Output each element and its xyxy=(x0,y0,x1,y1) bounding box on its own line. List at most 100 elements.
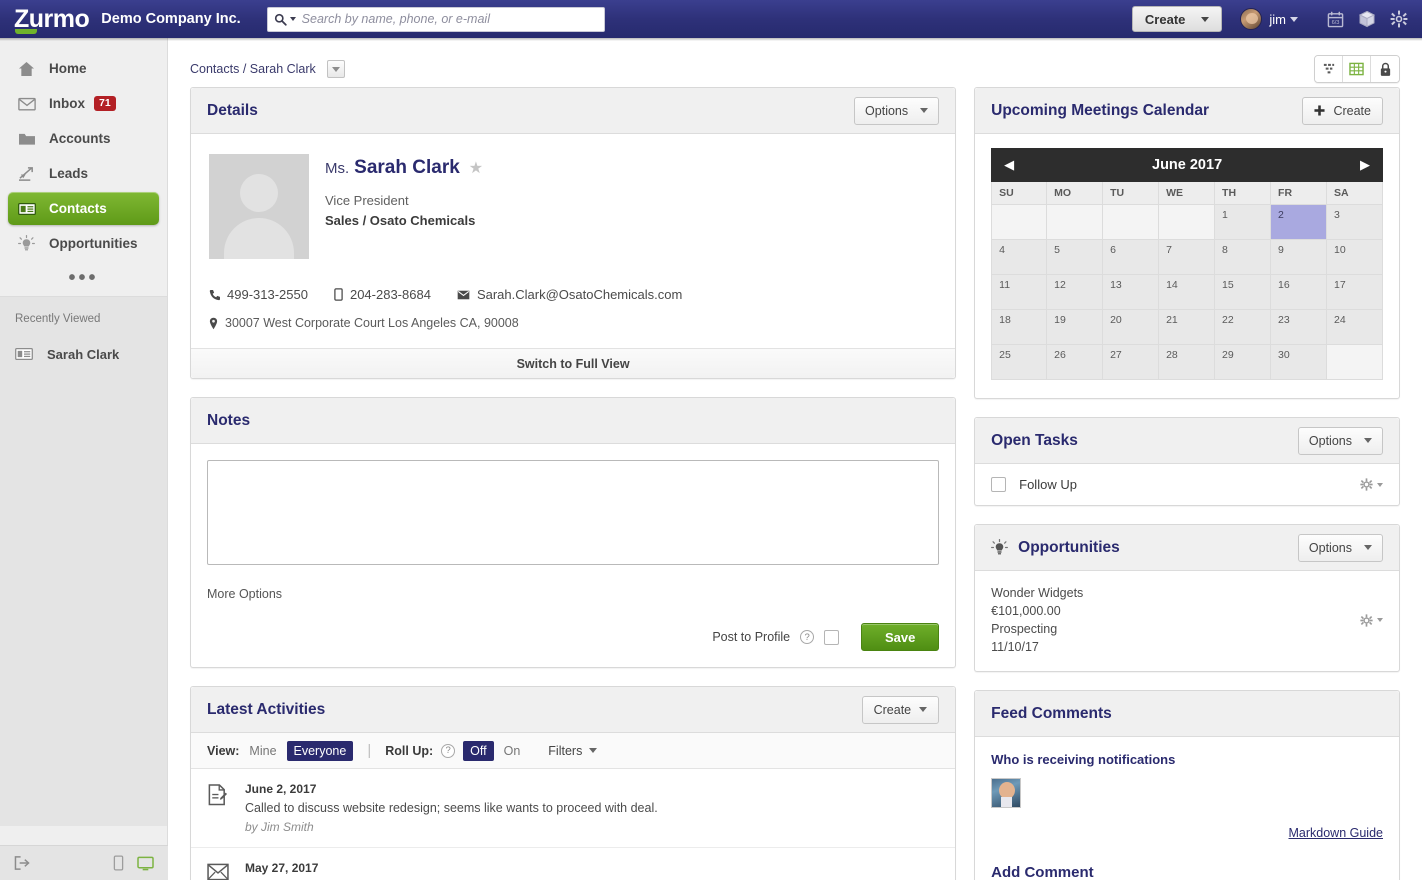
task-label[interactable]: Follow Up xyxy=(1019,477,1077,492)
view-filter-label: View: xyxy=(207,744,239,758)
open-tasks-options-button[interactable]: Options xyxy=(1298,427,1383,455)
activity-row[interactable]: June 2, 2017 Called to discuss website r… xyxy=(191,769,955,848)
avatar[interactable] xyxy=(1240,8,1262,30)
activity-row[interactable]: May 27, 2017 From: Super User To: Sarah … xyxy=(191,848,955,880)
rollup-filter-on[interactable]: On xyxy=(502,744,523,758)
calendar-day-cell[interactable]: 19 xyxy=(1047,310,1103,345)
calendar-day-cell[interactable]: 30 xyxy=(1271,345,1327,380)
global-search-box[interactable] xyxy=(267,7,605,32)
task-checkbox[interactable] xyxy=(991,477,1006,492)
filters-dropdown[interactable]: Filters xyxy=(548,744,597,758)
calendar-day-cell[interactable]: 5 xyxy=(1047,240,1103,275)
calendar-prev-button[interactable]: ◀ xyxy=(1004,157,1014,173)
calendar-day-cell[interactable]: 25 xyxy=(991,345,1047,380)
help-icon[interactable]: ? xyxy=(441,744,455,758)
avatar[interactable] xyxy=(991,778,1021,808)
calendar-day-cell[interactable]: 13 xyxy=(1103,275,1159,310)
calendar-day-cell[interactable]: 9 xyxy=(1271,240,1327,275)
sidebar-item-label: Leads xyxy=(49,166,88,181)
save-button[interactable]: Save xyxy=(861,623,939,651)
calendar-day-cell[interactable]: 7 xyxy=(1159,240,1215,275)
activities-create-button[interactable]: Create xyxy=(862,696,940,724)
calendar-day-cell[interactable]: 10 xyxy=(1327,240,1383,275)
desktop-icon[interactable] xyxy=(137,856,154,871)
details-options-button[interactable]: Options xyxy=(854,97,939,125)
location-pin-icon xyxy=(209,317,218,330)
opportunities-options-button[interactable]: Options xyxy=(1298,534,1383,562)
breadcrumb-dropdown-button[interactable] xyxy=(327,60,345,78)
calendar-day-cell[interactable]: 26 xyxy=(1047,345,1103,380)
calendar-day-cell[interactable]: 15 xyxy=(1215,275,1271,310)
add-comment-heading: Add Comment xyxy=(991,864,1383,880)
calendar-day-selected[interactable]: 2 xyxy=(1271,205,1327,240)
opportunity-name[interactable]: Wonder Widgets xyxy=(991,584,1083,602)
calendar-day-cell[interactable]: 24 xyxy=(1327,310,1383,345)
task-actions-menu[interactable] xyxy=(1360,478,1383,491)
calendar-day-cell[interactable]: 29 xyxy=(1215,345,1271,380)
search-scope-dropdown[interactable] xyxy=(274,13,302,26)
calendar-create-button[interactable]: Create xyxy=(1302,97,1383,125)
tree-view-icon[interactable] xyxy=(1315,56,1343,82)
calendar-day-cell[interactable]: 1 xyxy=(1215,205,1271,240)
chevron-down-icon[interactable] xyxy=(1290,17,1298,22)
calendar-day-cell[interactable]: 14 xyxy=(1159,275,1215,310)
opportunity-actions-menu[interactable] xyxy=(1360,584,1383,656)
cube-icon[interactable] xyxy=(1356,8,1378,30)
sidebar-item-opportunities[interactable]: Opportunities xyxy=(8,227,159,260)
grid-view-icon[interactable] xyxy=(1343,56,1371,82)
calendar-next-button[interactable]: ▶ xyxy=(1360,157,1370,173)
sidebar-item-contacts[interactable]: Contacts xyxy=(8,192,159,225)
calendar-day-cell[interactable]: 22 xyxy=(1215,310,1271,345)
calendar-day-cell[interactable]: 28 xyxy=(1159,345,1215,380)
star-icon[interactable]: ★ xyxy=(469,158,483,178)
breadcrumb-parent[interactable]: Contacts xyxy=(190,62,239,76)
opportunities-panel: Opportunities Options Wonder Widgets €10… xyxy=(974,524,1400,672)
contact-full-name[interactable]: Sarah Clark xyxy=(354,157,460,179)
sidebar-item-inbox[interactable]: Inbox 71 xyxy=(8,87,159,120)
sidebar-item-leads[interactable]: Leads xyxy=(8,157,159,190)
contact-email[interactable]: Sarah.Clark@OsatoChemicals.com xyxy=(457,287,682,302)
switch-to-full-view-link[interactable]: Switch to Full View xyxy=(191,348,955,378)
contact-phone[interactable]: 499-313-2550 xyxy=(209,287,308,302)
create-button-label: Create xyxy=(1145,12,1185,27)
calendar-day-cell[interactable]: 3 xyxy=(1327,205,1383,240)
post-to-profile-label: Post to Profile xyxy=(712,630,790,644)
calendar-day-cell[interactable]: 27 xyxy=(1103,345,1159,380)
calendar-day-cell[interactable]: 6 xyxy=(1103,240,1159,275)
gear-icon[interactable] xyxy=(1388,8,1410,30)
calendar-day-cell[interactable]: 21 xyxy=(1159,310,1215,345)
contact-mobile[interactable]: 204-283-8684 xyxy=(334,287,431,302)
calendar-day-cell[interactable]: 16 xyxy=(1271,275,1327,310)
lock-icon[interactable] xyxy=(1371,56,1399,82)
sidebar-item-home[interactable]: Home xyxy=(8,52,159,85)
markdown-guide-link[interactable]: Markdown Guide xyxy=(991,826,1383,840)
search-input[interactable] xyxy=(302,12,598,26)
help-icon[interactable]: ? xyxy=(800,630,814,644)
sidebar-more-button[interactable]: ••• xyxy=(0,262,167,296)
create-button[interactable]: Create xyxy=(1132,6,1222,32)
view-filter-mine[interactable]: Mine xyxy=(247,744,278,758)
calendar-day-cell[interactable]: 23 xyxy=(1271,310,1327,345)
opportunities-title: Opportunities xyxy=(1018,539,1120,557)
calendar-day-cell[interactable]: 4 xyxy=(991,240,1047,275)
sidebar-item-accounts[interactable]: Accounts xyxy=(8,122,159,155)
calendar-day-cell[interactable]: 17 xyxy=(1327,275,1383,310)
rollup-filter-label: Roll Up: xyxy=(385,744,433,758)
logout-icon[interactable] xyxy=(14,856,30,870)
note-textarea[interactable] xyxy=(207,460,939,565)
app-logo[interactable]: Zurmo xyxy=(14,6,89,32)
more-options-link[interactable]: More Options xyxy=(207,587,939,601)
calendar-day-cell[interactable]: 20 xyxy=(1103,310,1159,345)
user-menu-label[interactable]: jim xyxy=(1269,12,1286,27)
calendar-icon[interactable]: 6/3 xyxy=(1324,8,1346,30)
post-to-profile-checkbox[interactable] xyxy=(824,630,839,645)
calendar-day-cell[interactable]: 11 xyxy=(991,275,1047,310)
mobile-icon[interactable] xyxy=(113,855,124,871)
calendar-day-cell[interactable]: 12 xyxy=(1047,275,1103,310)
calendar-day-cell[interactable]: 8 xyxy=(1215,240,1271,275)
calendar-title: Upcoming Meetings Calendar xyxy=(991,102,1209,120)
recently-viewed-item[interactable]: Sarah Clark xyxy=(0,341,167,367)
view-filter-everyone[interactable]: Everyone xyxy=(287,741,354,761)
rollup-filter-off[interactable]: Off xyxy=(463,741,493,761)
calendar-day-cell[interactable]: 18 xyxy=(991,310,1047,345)
